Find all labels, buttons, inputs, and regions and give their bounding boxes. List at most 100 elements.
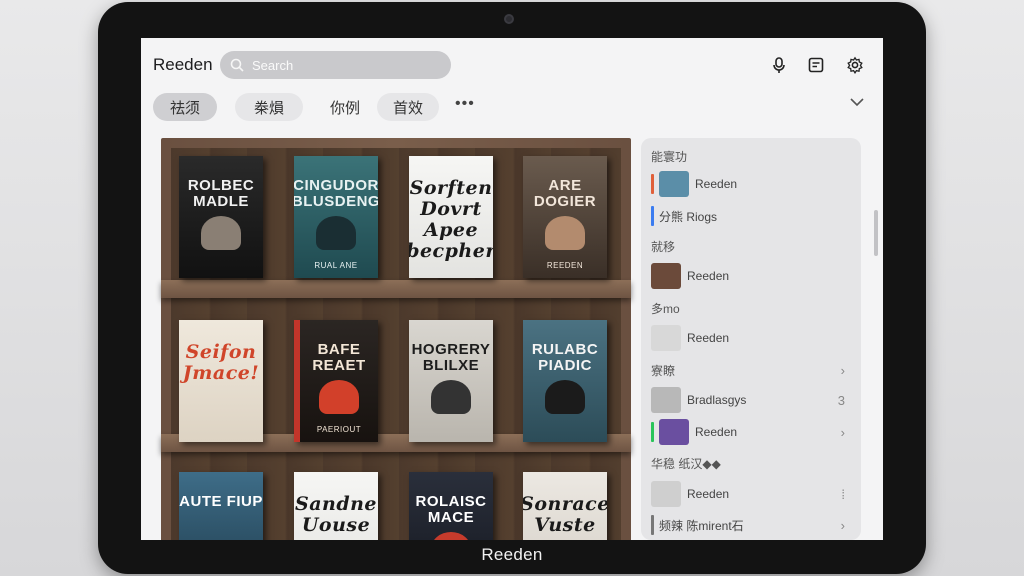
- item-thumbnail: [651, 387, 681, 413]
- panel-row-label: 寮瞭: [651, 363, 676, 378]
- book-title: Sandne Uouse: [294, 493, 378, 536]
- chevron-right-icon: ›: [840, 424, 845, 440]
- tab-label: 首效: [392, 99, 423, 117]
- tab-1[interactable]: 桊熉: [235, 93, 303, 121]
- book-cover[interactable]: Sorften Dovrt Apee becpher: [409, 156, 493, 278]
- panel-row-label: Reeden: [695, 177, 738, 191]
- book-cover[interactable]: Sonrace Vuste: [523, 472, 607, 540]
- screen: Reeden Search 祛须 桊熉 你例 首效 ••• ROLBEC MAD…: [141, 38, 883, 540]
- tab-3[interactable]: 首效: [377, 93, 439, 121]
- shelf-plank: [161, 280, 631, 298]
- panel-list-item[interactable]: Reeden: [651, 325, 853, 351]
- search-icon: [230, 58, 244, 72]
- panel-row-label: Reeden: [695, 425, 738, 439]
- row-trailing-value: 3: [837, 392, 845, 408]
- panel-list-item[interactable]: 频辣 陈mirent石 ›: [651, 512, 853, 538]
- panel-row-label: Bradlasgys: [687, 393, 747, 407]
- item-thumbnail: [651, 325, 681, 351]
- chevron-right-icon: ›: [840, 517, 845, 533]
- panel-list-item[interactable]: Reeden ›: [651, 419, 853, 445]
- panel-list-item[interactable]: 分熊 Riogs: [651, 203, 853, 229]
- search-bar[interactable]: Search: [220, 51, 451, 79]
- panel-row-label: 华稳 纸汉◆◆: [651, 456, 721, 471]
- book-title: AUTE FIUP: [179, 493, 263, 510]
- book-cover[interactable]: HOGRERY BLILXE: [409, 320, 493, 442]
- book-cover[interactable]: Sandne Uouse: [294, 472, 378, 540]
- book-cover[interactable]: Seifon Jmace!: [179, 320, 263, 442]
- row-trailing-value: ⁞: [841, 486, 845, 502]
- panel-section-header: 能寰功: [651, 143, 853, 169]
- device-label: Reeden: [481, 545, 543, 564]
- side-panel: 能寰功 Reeden 分熊 Riogs 就移 Reeden 多mo Reeden 寮瞭 › Bra…: [641, 138, 861, 540]
- panel-section-header: 华稳 纸汉◆◆: [651, 450, 853, 476]
- book-title: ARE DOGIER: [533, 177, 597, 210]
- panel-section-header: 寮瞭 ›: [651, 357, 853, 383]
- book-title: Seifon Jmace!: [182, 341, 260, 384]
- item-thumbnail: [651, 481, 681, 507]
- panel-list-item[interactable]: Reeden: [651, 263, 853, 289]
- chevron-right-icon: ›: [840, 362, 845, 378]
- panel-list-item[interactable]: Reeden: [651, 171, 853, 197]
- bookshelf: ROLBEC MADLE CINGUDOR BLUSDENG RUAL ANE Sor…: [161, 138, 631, 540]
- panel-row-label: 分熊 Riogs: [659, 209, 718, 224]
- panel-list-item[interactable]: Bradlasgys 3: [651, 387, 853, 413]
- accent-bar: [651, 422, 654, 442]
- book-cover[interactable]: ROLBEC MADLE: [179, 156, 263, 278]
- book-cover[interactable]: BAFE REAET PAERIOUT: [294, 320, 378, 442]
- tab-2[interactable]: 你例: [317, 93, 373, 121]
- camera-dot: [504, 14, 514, 24]
- app-title: Reeden: [153, 55, 213, 74]
- book-subtitle: PAERIOUT: [316, 425, 362, 434]
- tab-0[interactable]: 祛须: [153, 93, 217, 121]
- tablet-frame: Reeden Search 祛须 桊熉 你例 首效 ••• ROLBEC MAD…: [98, 2, 926, 574]
- book-title: HOGRERY BLILXE: [411, 341, 491, 374]
- chevron-down-icon[interactable]: [849, 96, 865, 108]
- book-cover-art: [431, 380, 471, 414]
- panel-row-label: 就移: [651, 239, 676, 254]
- settings-icon[interactable]: [846, 56, 864, 74]
- book-cover[interactable]: AUTE FIUP: [179, 472, 263, 540]
- panel-scrollbar[interactable]: [874, 210, 878, 256]
- accent-bar: [651, 515, 654, 535]
- accent-bar: [651, 206, 654, 226]
- panel-row-label: Reeden: [687, 331, 730, 345]
- accent-bar: [651, 174, 654, 194]
- panel-row-label: 多mo: [651, 301, 680, 316]
- note-icon[interactable]: [807, 56, 825, 74]
- book-subtitle: REEDEN: [546, 261, 584, 270]
- panel-row-label: Reeden: [687, 269, 730, 283]
- item-thumbnail: [659, 171, 689, 197]
- book-title: Sonrace Vuste: [523, 493, 607, 536]
- panel-row-label: 频辣 陈mirent石: [659, 518, 744, 533]
- book-cover[interactable]: RULABC PIADIC: [523, 320, 607, 442]
- book-subtitle: RUAL ANE: [314, 261, 358, 270]
- book-title: ROLAISC MACE: [415, 493, 487, 526]
- more-button[interactable]: •••: [455, 95, 475, 113]
- panel-list-item[interactable]: Reeden ⁞: [651, 481, 853, 507]
- book-title: ROLBEC MADLE: [187, 177, 255, 210]
- tab-label: 桊熉: [253, 99, 284, 117]
- book-cover-art: [201, 216, 241, 250]
- item-thumbnail: [651, 263, 681, 289]
- book-title: BAFE REAET: [312, 341, 366, 374]
- tab-label: 你例: [329, 99, 360, 117]
- book-title: CINGUDOR BLUSDENG: [294, 177, 378, 210]
- book-cover[interactable]: ROLAISC MACE: [409, 472, 493, 540]
- panel-section-header: 多mo: [651, 295, 853, 321]
- book-cover-art: [545, 380, 585, 414]
- panel-row-label: Reeden: [687, 487, 730, 501]
- book-cover[interactable]: ARE DOGIER REEDEN: [523, 156, 607, 278]
- book-title: RULABC PIADIC: [531, 341, 599, 374]
- book-cover-art: [545, 216, 585, 250]
- search-placeholder: Search: [252, 57, 294, 73]
- book-cover-art: [431, 532, 471, 540]
- microphone-icon[interactable]: [770, 56, 788, 74]
- book-cover[interactable]: CINGUDOR BLUSDENG RUAL ANE: [294, 156, 378, 278]
- tab-label: 祛须: [169, 99, 200, 117]
- panel-section-header: 就移: [651, 233, 853, 259]
- book-cover-art: [319, 380, 359, 414]
- item-thumbnail: [659, 419, 689, 445]
- panel-row-label: 能寰功: [651, 149, 688, 164]
- book-title: Sorften Dovrt Apee becpher: [409, 177, 493, 262]
- book-cover-art: [316, 216, 356, 250]
